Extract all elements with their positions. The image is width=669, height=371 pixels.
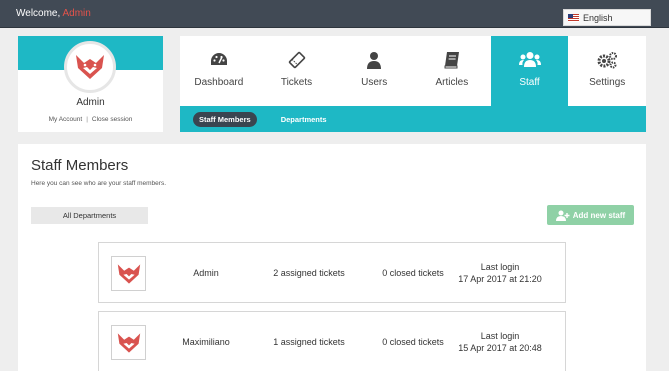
staff-avatar [111, 256, 146, 291]
last-login: Last login 15 Apr 2017 at 20:48 [455, 330, 545, 354]
assigned-tickets: 2 assigned tickets [273, 268, 345, 278]
nav-label: Articles [435, 77, 469, 88]
staff-row[interactable]: Maximiliano 1 assigned tickets 0 closed … [98, 311, 566, 371]
last-login-date: 15 Apr 2017 at 20:48 [458, 343, 542, 353]
dashboard-icon [210, 53, 227, 65]
last-login: Last login 17 Apr 2017 at 21:20 [455, 261, 545, 285]
close-session-link[interactable]: Close session [92, 116, 132, 123]
nav-item-dashboard[interactable]: Dashboard [180, 36, 258, 106]
ticket-icon [288, 51, 305, 69]
last-login-date: 17 Apr 2017 at 21:20 [458, 274, 542, 284]
closed-tickets: 0 closed tickets [382, 337, 444, 347]
nav-label: Settings [589, 77, 626, 88]
profile-card: Admin My Account | Close session [18, 36, 163, 132]
add-staff-label: Add new staff [572, 210, 626, 220]
nav-item-articles[interactable]: Articles [413, 36, 491, 106]
welcome-prefix: Welcome, [16, 8, 63, 19]
welcome-username[interactable]: Admin [63, 8, 91, 19]
staff-row[interactable]: Admin 2 assigned tickets 0 closed ticket… [98, 242, 566, 303]
page-description: Here you can see who are your staff memb… [31, 180, 166, 187]
profile-links: My Account | Close session [18, 116, 163, 123]
closed-tickets: 0 closed tickets [382, 268, 444, 278]
book-icon [444, 52, 459, 69]
language-selector[interactable]: English [563, 9, 651, 26]
tab-staff-members[interactable]: Staff Members [193, 111, 257, 127]
last-login-label: Last login [480, 262, 520, 272]
language-label: English [583, 12, 613, 23]
gears-icon [597, 52, 618, 69]
main-nav: Dashboard Tickets Users Articles Staff S… [180, 36, 646, 106]
staff-avatar [111, 325, 146, 360]
nav-item-settings[interactable]: Settings [568, 36, 646, 106]
my-account-link[interactable]: My Account [49, 116, 83, 123]
top-bar: Welcome, Admin English [0, 0, 669, 28]
link-separator: | [86, 116, 88, 123]
nav-item-tickets[interactable]: Tickets [258, 36, 336, 106]
staff-icon [518, 52, 541, 67]
assigned-tickets: 1 assigned tickets [273, 337, 345, 347]
avatar [64, 41, 116, 93]
page-title: Staff Members [31, 157, 129, 174]
nav-item-staff[interactable]: Staff [490, 36, 569, 106]
sub-nav: Staff Members Departments [180, 106, 646, 132]
add-staff-button[interactable]: Add new staff [547, 205, 634, 225]
nav-label: Staff [519, 77, 540, 88]
nav-label: Users [361, 77, 388, 88]
welcome-text: Welcome, Admin [16, 8, 91, 19]
nav-item-users[interactable]: Users [335, 36, 413, 106]
nav-label: Tickets [280, 77, 313, 88]
tab-departments[interactable]: Departments [275, 112, 333, 127]
department-filter[interactable]: All Departments [31, 207, 148, 224]
nav-label: Dashboard [194, 77, 244, 88]
us-flag-icon [568, 13, 579, 22]
profile-name: Admin [76, 97, 105, 108]
user-icon [367, 52, 382, 69]
last-login-label: Last login [480, 331, 520, 341]
main-panel: Staff Members Here you can see who are y… [18, 144, 646, 371]
add-user-icon [555, 210, 570, 221]
fox-logo-icon [117, 263, 140, 284]
fox-logo-icon [76, 55, 104, 79]
staff-name: Maximiliano [182, 337, 230, 347]
fox-logo-icon [117, 332, 140, 353]
staff-name: Admin [193, 268, 219, 278]
